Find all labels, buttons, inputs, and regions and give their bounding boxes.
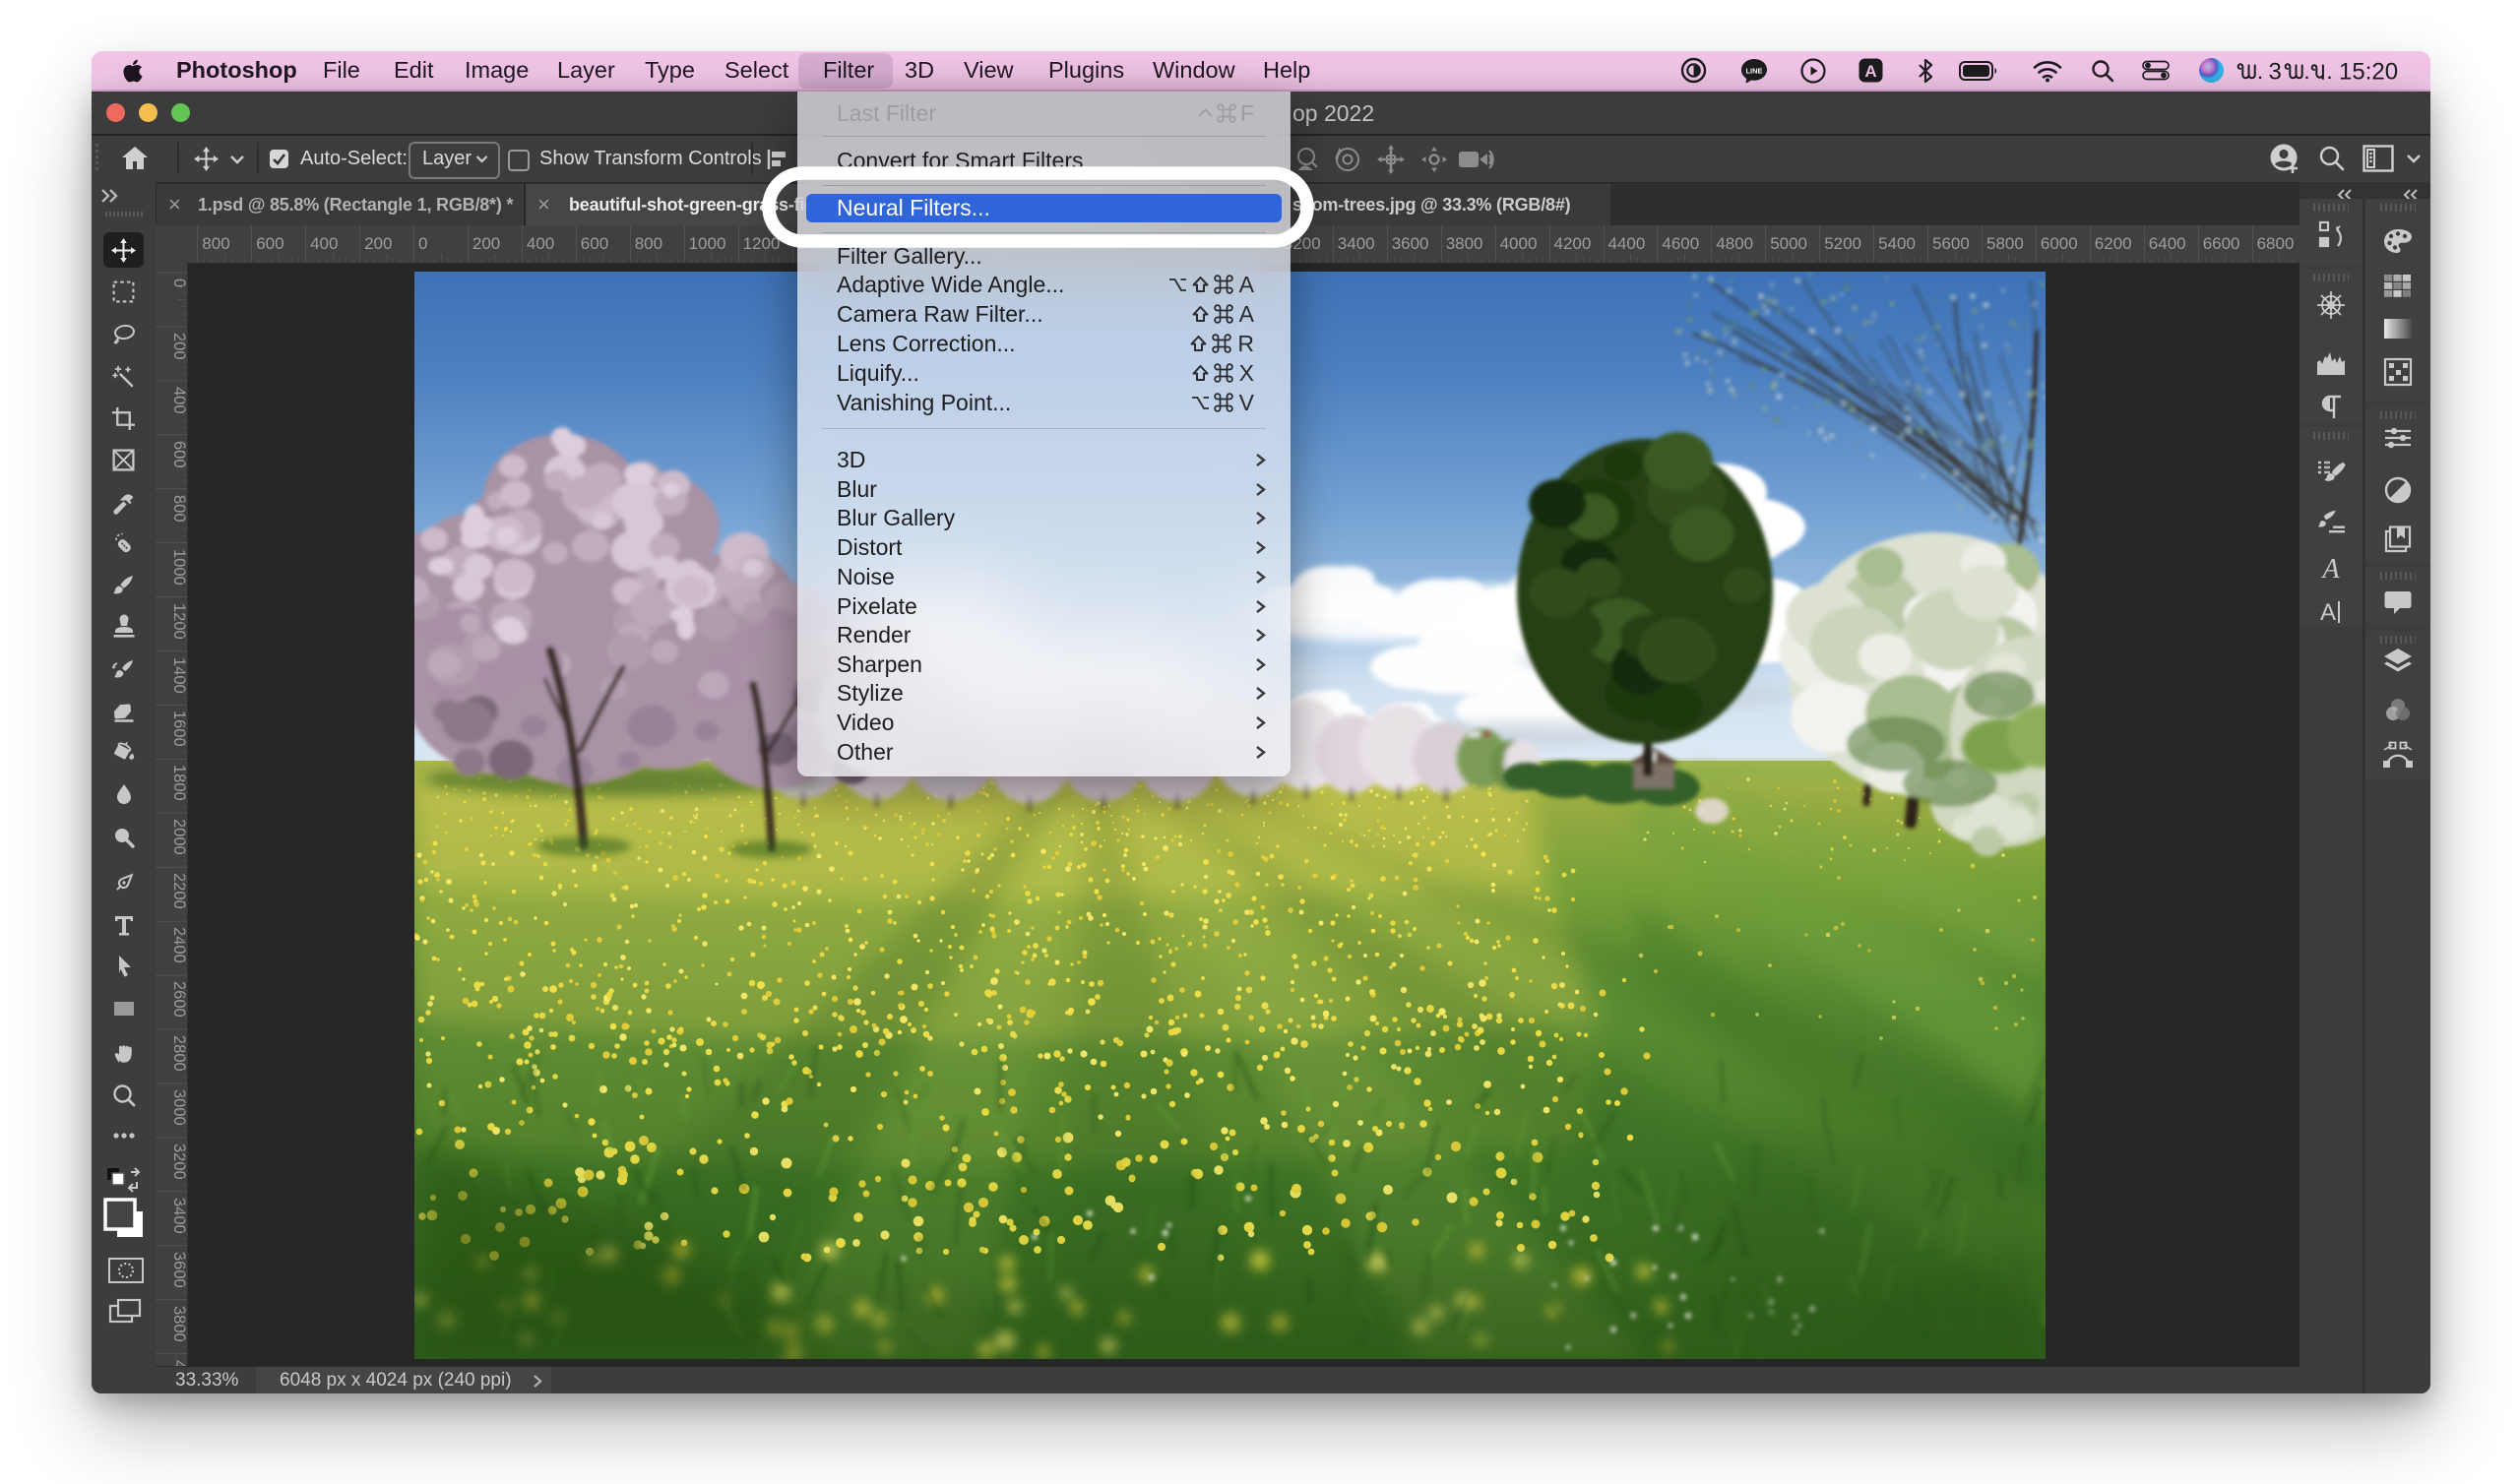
- svg-text:2200: 2200: [170, 873, 187, 909]
- svg-text:1400: 1400: [170, 657, 187, 694]
- svg-text:2800: 2800: [170, 1035, 187, 1072]
- svg-text:600: 600: [170, 441, 187, 468]
- svg-text:1800: 1800: [170, 765, 187, 801]
- svg-text:3400: 3400: [170, 1198, 187, 1234]
- svg-text:A: A: [2320, 554, 2340, 584]
- svg-text:1000: 1000: [170, 549, 187, 586]
- svg-text:3600: 3600: [170, 1252, 187, 1288]
- svg-text:800: 800: [170, 495, 187, 523]
- svg-text:3200: 3200: [170, 1144, 187, 1180]
- svg-text:LINE: LINE: [1745, 66, 1762, 75]
- svg-text:3: 3: [2269, 58, 2282, 84]
- svg-text:200: 200: [170, 333, 187, 360]
- svg-text:3000: 3000: [170, 1089, 187, 1126]
- svg-text:15:20: 15:20: [2339, 58, 2398, 84]
- svg-text:A: A: [2320, 599, 2336, 626]
- svg-text:1200: 1200: [170, 603, 187, 640]
- svg-text:3800: 3800: [170, 1306, 187, 1342]
- svg-text:A: A: [1864, 62, 1876, 81]
- svg-text:2000: 2000: [170, 819, 187, 855]
- svg-text:2400: 2400: [170, 927, 187, 963]
- svg-text:1600: 1600: [170, 711, 187, 747]
- svg-text:400: 400: [170, 387, 187, 414]
- svg-text:2600: 2600: [170, 981, 187, 1018]
